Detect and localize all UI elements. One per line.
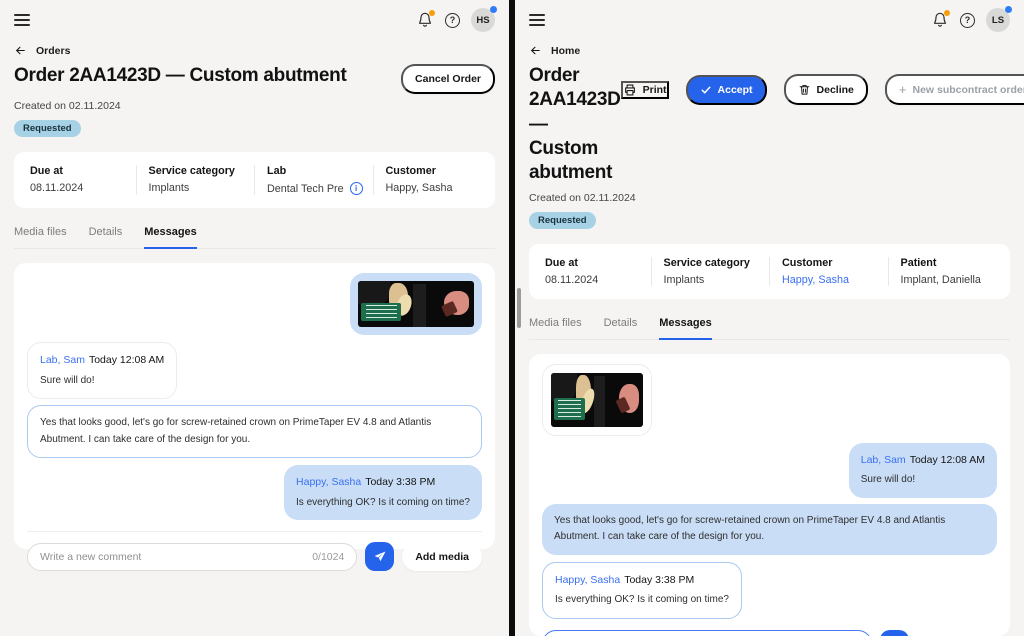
attachment-thumbnail[interactable] — [542, 364, 652, 436]
back-arrow-icon — [529, 44, 542, 57]
order-actions: Print Accept Decline + New subcontract o… — [621, 74, 1024, 105]
created-date: Created on 02.11.2024 — [14, 100, 495, 112]
tab-bar: Media files Details Messages — [14, 226, 495, 249]
message-time: Today 12:08 AM — [89, 354, 164, 366]
plus-icon: + — [899, 83, 907, 96]
breadcrumb[interactable]: Home — [529, 44, 1010, 57]
left-window: ? HS Orders Order 2AA1423D — Custom abut… — [0, 0, 509, 636]
message-time: Today 3:38 PM — [624, 574, 694, 586]
notification-dot — [429, 10, 435, 16]
message-text: Yes that looks good, let's go for screw-… — [554, 513, 985, 546]
page-title: Order 2AA1423D — Custom abutment — [14, 64, 346, 88]
add-media-button[interactable]: Add media — [917, 630, 997, 636]
check-icon — [700, 84, 712, 96]
messages-panel: Lab, Sam Today 12:08 AM Sure will do! Yes… — [529, 354, 1010, 636]
accept-button[interactable]: Accept — [686, 75, 767, 105]
comment-input[interactable]: Yes relax 9/1024 — [542, 630, 872, 636]
message-bubble: Lab, Sam Today 12:08 AM Sure will do! — [27, 342, 177, 399]
created-date: Created on 02.11.2024 — [529, 192, 1010, 204]
message-bubble: Happy, Sasha Today 3:38 PM Is everything … — [284, 465, 482, 520]
notification-dot — [944, 10, 950, 16]
tab-details[interactable]: Details — [89, 226, 123, 248]
tab-media-files[interactable]: Media files — [529, 317, 582, 339]
composer-divider — [27, 531, 482, 532]
char-counter: 0/1024 — [312, 551, 344, 563]
tab-messages[interactable]: Messages — [659, 317, 712, 340]
help-icon[interactable]: ? — [960, 13, 975, 28]
message-bubble: Happy, Sasha Today 3:38 PM Is everything … — [542, 562, 742, 619]
message-time: Today 12:08 AM — [910, 454, 985, 466]
tab-messages[interactable]: Messages — [144, 226, 197, 249]
info-due-at: Due at 08.11.2024 — [18, 165, 136, 195]
message-author[interactable]: Happy, Sasha — [296, 476, 361, 488]
decline-button[interactable]: Decline — [784, 74, 868, 105]
right-window: ? LS Home Order 2AA1423D — Custom abutme… — [515, 0, 1024, 636]
notifications-button[interactable] — [931, 11, 949, 29]
breadcrumb[interactable]: Orders — [14, 44, 495, 57]
status-badge: Requested — [529, 212, 596, 229]
message-bubble: Yes that looks good, let's go for screw-… — [27, 405, 482, 458]
message-author[interactable]: Lab, Sam — [861, 454, 906, 466]
print-button[interactable]: Print — [621, 81, 669, 99]
status-badge: Requested — [14, 120, 81, 137]
avatar-initials: LS — [992, 15, 1004, 26]
message-text: Sure will do! — [861, 472, 985, 489]
attachment-thumbnail[interactable] — [350, 273, 482, 335]
breadcrumb-label: Home — [551, 45, 580, 57]
info-service-category: Service category Implants — [651, 257, 770, 286]
message-text: Sure will do! — [40, 373, 164, 390]
info-icon[interactable]: i — [350, 182, 363, 195]
printer-icon — [623, 83, 637, 97]
cancel-order-button[interactable]: Cancel Order — [401, 64, 495, 94]
composer: Write a new comment 0/1024 Add media — [27, 542, 482, 571]
info-customer: Customer Happy, Sasha — [769, 257, 888, 286]
info-patient: Patient Implant, Daniella — [888, 257, 1007, 286]
comment-input[interactable]: Write a new comment 0/1024 — [27, 543, 357, 571]
help-icon[interactable]: ? — [445, 13, 460, 28]
info-service-category: Service category Implants — [136, 165, 255, 195]
comment-placeholder: Write a new comment — [40, 551, 141, 563]
paper-plane-icon — [373, 550, 387, 564]
message-author[interactable]: Happy, Sasha — [555, 574, 620, 586]
message-bubble: Lab, Sam Today 12:08 AM Sure will do! — [849, 443, 997, 498]
notifications-button[interactable] — [416, 11, 434, 29]
page-title: Order 2AA1423D — Custom abutment — [529, 64, 621, 186]
message-author[interactable]: Lab, Sam — [40, 354, 85, 366]
top-bar: ? LS — [529, 0, 1010, 33]
menu-icon[interactable] — [14, 14, 30, 26]
avatar[interactable]: HS — [471, 8, 495, 32]
tab-bar: Media files Details Messages — [529, 317, 1010, 340]
send-button[interactable] — [880, 630, 909, 636]
scrollbar-thumb[interactable] — [517, 288, 521, 328]
message-time: Today 3:38 PM — [365, 476, 435, 488]
order-info-card: Due at 08.11.2024 Service category Impla… — [14, 152, 495, 208]
info-customer: Customer Happy, Sasha — [373, 165, 492, 195]
messages-panel: Lab, Sam Today 12:08 AM Sure will do! Yes… — [14, 263, 495, 549]
message-text: Is everything OK? Is it coming on time? — [296, 495, 470, 512]
message-bubble: Yes that looks good, let's go for screw-… — [542, 504, 997, 555]
message-text: Is everything OK? Is it coming on time? — [555, 592, 729, 609]
customer-link[interactable]: Happy, Sasha — [782, 274, 849, 286]
top-bar: ? HS — [14, 0, 495, 33]
tab-media-files[interactable]: Media files — [14, 226, 67, 248]
avatar-initials: HS — [476, 15, 489, 26]
avatar-status-dot — [490, 6, 497, 13]
back-arrow-icon — [14, 44, 27, 57]
menu-icon[interactable] — [529, 14, 545, 26]
avatar-status-dot — [1005, 6, 1012, 13]
message-text: Yes that looks good, let's go for screw-… — [40, 415, 469, 448]
info-due-at: Due at 08.11.2024 — [533, 257, 651, 286]
tab-details[interactable]: Details — [604, 317, 638, 339]
breadcrumb-label: Orders — [36, 45, 70, 57]
order-info-card: Due at 08.11.2024 Service category Impla… — [529, 244, 1010, 299]
send-button[interactable] — [365, 542, 394, 571]
avatar[interactable]: LS — [986, 8, 1010, 32]
add-media-button[interactable]: Add media — [402, 542, 482, 571]
trash-icon — [798, 83, 811, 96]
info-lab: Lab Dental Tech Pre i — [254, 165, 373, 195]
composer: Yes relax 9/1024 Add media — [542, 630, 997, 636]
new-subcontract-order-button[interactable]: + New subcontract order — [885, 74, 1024, 105]
